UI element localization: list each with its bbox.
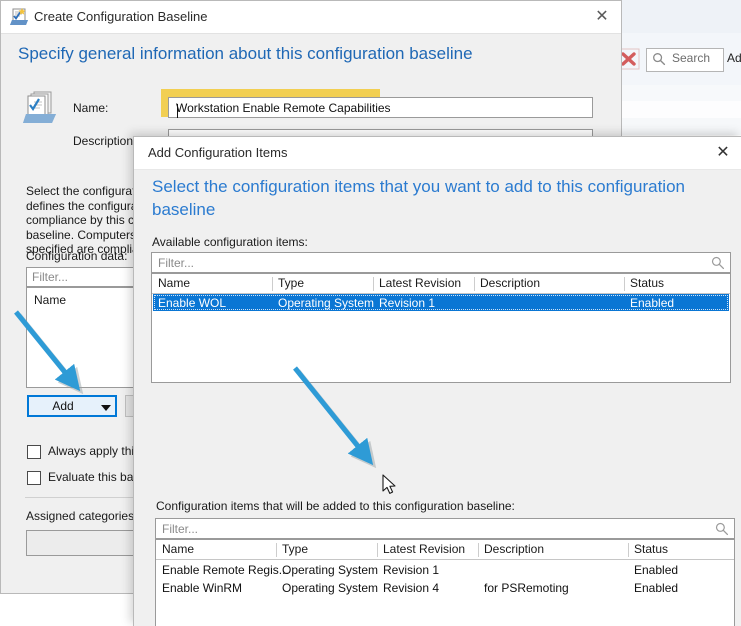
background-list-row xyxy=(608,118,741,136)
grid-header-row: Name Type Latest Revision Description St… xyxy=(156,540,734,560)
assigned-categories-box[interactable] xyxy=(26,530,141,556)
add-button-label: Add xyxy=(29,399,97,413)
cell-revision: Revision 1 xyxy=(383,563,439,577)
assigned-categories-label: Assigned categories to xyxy=(26,509,147,523)
background-ribbon-bar xyxy=(608,0,741,34)
column-header-type[interactable]: Type xyxy=(278,276,304,290)
background-list-row xyxy=(608,101,741,119)
filter-placeholder: Filter... xyxy=(32,270,68,284)
evaluate-baseline-checkbox[interactable] xyxy=(27,471,41,485)
add-configuration-data-button[interactable]: Add xyxy=(27,395,117,417)
table-row[interactable]: Enable WOL Operating System Revision 1 E… xyxy=(153,294,729,311)
column-header-description[interactable]: Description xyxy=(480,276,540,290)
close-icon[interactable]: ✕ xyxy=(591,7,613,27)
list-column-header: Name xyxy=(34,293,66,307)
column-header-name[interactable]: Name xyxy=(162,542,194,556)
configuration-data-label: Configuration data: xyxy=(26,249,127,263)
will-be-added-label: Configuration items that will be added t… xyxy=(156,499,515,513)
name-input-value: Workstation Enable Remote Capabilities xyxy=(176,101,391,115)
cell-status: Enabled xyxy=(634,581,678,595)
name-label: Name: xyxy=(73,101,108,115)
available-items-grid[interactable]: Name Type Latest Revision Description St… xyxy=(151,273,731,383)
dialog-title: Add Configuration Items xyxy=(148,145,287,160)
background-list-header xyxy=(608,85,741,102)
cell-status: Enabled xyxy=(630,296,674,310)
background-search-placeholder: Search xyxy=(672,51,710,65)
cell-name: Enable WinRM xyxy=(162,581,242,595)
column-header-type[interactable]: Type xyxy=(282,542,308,556)
column-header-status[interactable]: Status xyxy=(630,276,664,290)
filter-placeholder: Filter... xyxy=(162,522,198,536)
table-row[interactable]: Enable Remote Regis... Operating System … xyxy=(157,561,733,578)
column-header-revision[interactable]: Latest Revision xyxy=(383,542,465,556)
name-input[interactable]: Workstation Enable Remote Capabilities xyxy=(168,97,593,118)
selected-items-filter-input[interactable]: Filter... xyxy=(155,518,735,539)
column-header-name[interactable]: Name xyxy=(158,276,190,290)
cell-type: Operating System xyxy=(282,563,378,577)
page-title: Select the configuration items that you … xyxy=(152,175,712,221)
always-apply-checkbox[interactable] xyxy=(27,445,41,459)
cell-type: Operating System xyxy=(282,581,378,595)
grid-header-row: Name Type Latest Revision Description St… xyxy=(152,274,730,294)
cell-revision: Revision 4 xyxy=(383,581,439,595)
close-icon[interactable]: ✕ xyxy=(712,143,734,163)
divider xyxy=(25,497,135,498)
available-items-label: Available configuration items: xyxy=(152,235,308,249)
cell-name: Enable Remote Regis... xyxy=(162,563,289,577)
baseline-large-icon xyxy=(23,89,59,125)
table-row[interactable]: Enable WinRM Operating System Revision 4… xyxy=(157,579,733,596)
chevron-down-icon xyxy=(101,405,111,411)
filter-placeholder: Filter... xyxy=(158,256,194,270)
column-header-revision[interactable]: Latest Revision xyxy=(379,276,461,290)
search-icon xyxy=(652,52,666,71)
column-header-description[interactable]: Description xyxy=(484,542,544,556)
dialog-title: Create Configuration Baseline xyxy=(34,9,207,24)
cell-revision: Revision 1 xyxy=(379,296,435,310)
cell-name: Enable WOL xyxy=(158,296,226,310)
available-items-filter-input[interactable]: Filter... xyxy=(151,252,731,273)
background-partial-label: Ad xyxy=(727,51,741,65)
cell-description: for PSRemoting xyxy=(484,581,569,595)
description-label: Description: xyxy=(73,134,136,148)
page-title: Specify general information about this c… xyxy=(18,44,473,64)
column-header-status[interactable]: Status xyxy=(634,542,668,556)
cell-status: Enabled xyxy=(634,563,678,577)
cell-type: Operating System xyxy=(278,296,374,310)
selected-items-grid[interactable]: Name Type Latest Revision Description St… xyxy=(155,539,735,626)
configuration-baseline-icon xyxy=(10,7,30,27)
